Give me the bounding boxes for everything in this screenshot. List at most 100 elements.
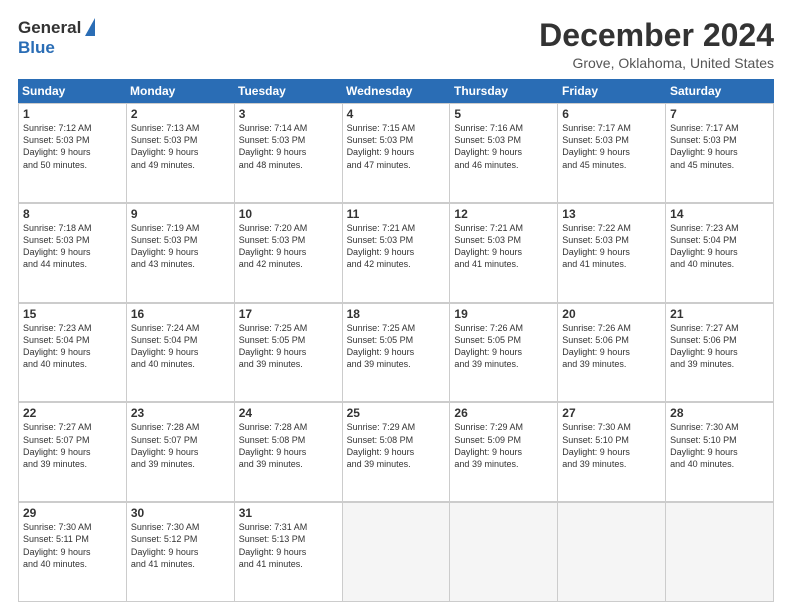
day-number: 17	[239, 307, 338, 321]
calendar-cell: 10Sunrise: 7:20 AM Sunset: 5:03 PM Dayli…	[235, 204, 343, 303]
day-info: Sunrise: 7:30 AM Sunset: 5:10 PM Dayligh…	[670, 421, 769, 470]
calendar-row: 1Sunrise: 7:12 AM Sunset: 5:03 PM Daylig…	[18, 103, 774, 203]
day-number: 22	[23, 406, 122, 420]
day-number: 6	[562, 107, 661, 121]
day-info: Sunrise: 7:16 AM Sunset: 5:03 PM Dayligh…	[454, 122, 553, 171]
calendar-row: 29Sunrise: 7:30 AM Sunset: 5:11 PM Dayli…	[18, 502, 774, 602]
day-number: 9	[131, 207, 230, 221]
calendar-cell: 24Sunrise: 7:28 AM Sunset: 5:08 PM Dayli…	[235, 403, 343, 502]
calendar-cell	[558, 503, 666, 602]
header: General Blue December 2024 Grove, Oklaho…	[18, 18, 774, 71]
day-number: 30	[131, 506, 230, 520]
calendar-cell: 22Sunrise: 7:27 AM Sunset: 5:07 PM Dayli…	[19, 403, 127, 502]
day-number: 24	[239, 406, 338, 420]
calendar: SundayMondayTuesdayWednesdayThursdayFrid…	[18, 79, 774, 602]
day-number: 4	[347, 107, 446, 121]
day-info: Sunrise: 7:30 AM Sunset: 5:11 PM Dayligh…	[23, 521, 122, 570]
day-info: Sunrise: 7:30 AM Sunset: 5:10 PM Dayligh…	[562, 421, 661, 470]
day-info: Sunrise: 7:28 AM Sunset: 5:08 PM Dayligh…	[239, 421, 338, 470]
day-number: 5	[454, 107, 553, 121]
day-info: Sunrise: 7:18 AM Sunset: 5:03 PM Dayligh…	[23, 222, 122, 271]
weekday-header: Tuesday	[234, 79, 342, 103]
calendar-cell: 14Sunrise: 7:23 AM Sunset: 5:04 PM Dayli…	[666, 204, 774, 303]
weekday-header: Sunday	[18, 79, 126, 103]
calendar-cell: 17Sunrise: 7:25 AM Sunset: 5:05 PM Dayli…	[235, 304, 343, 403]
calendar-cell: 1Sunrise: 7:12 AM Sunset: 5:03 PM Daylig…	[19, 104, 127, 203]
day-number: 31	[239, 506, 338, 520]
day-number: 25	[347, 406, 446, 420]
day-info: Sunrise: 7:25 AM Sunset: 5:05 PM Dayligh…	[239, 322, 338, 371]
calendar-cell: 2Sunrise: 7:13 AM Sunset: 5:03 PM Daylig…	[127, 104, 235, 203]
weekday-header: Wednesday	[342, 79, 450, 103]
day-number: 13	[562, 207, 661, 221]
day-info: Sunrise: 7:19 AM Sunset: 5:03 PM Dayligh…	[131, 222, 230, 271]
day-info: Sunrise: 7:17 AM Sunset: 5:03 PM Dayligh…	[562, 122, 661, 171]
calendar-cell: 18Sunrise: 7:25 AM Sunset: 5:05 PM Dayli…	[343, 304, 451, 403]
weekday-header: Thursday	[450, 79, 558, 103]
day-number: 28	[670, 406, 769, 420]
day-number: 10	[239, 207, 338, 221]
day-number: 15	[23, 307, 122, 321]
day-info: Sunrise: 7:26 AM Sunset: 5:06 PM Dayligh…	[562, 322, 661, 371]
day-info: Sunrise: 7:27 AM Sunset: 5:07 PM Dayligh…	[23, 421, 122, 470]
day-info: Sunrise: 7:23 AM Sunset: 5:04 PM Dayligh…	[670, 222, 769, 271]
logo-blue: Blue	[18, 38, 55, 58]
weekday-header: Friday	[558, 79, 666, 103]
calendar-row: 22Sunrise: 7:27 AM Sunset: 5:07 PM Dayli…	[18, 402, 774, 502]
calendar-cell: 15Sunrise: 7:23 AM Sunset: 5:04 PM Dayli…	[19, 304, 127, 403]
calendar-cell: 31Sunrise: 7:31 AM Sunset: 5:13 PM Dayli…	[235, 503, 343, 602]
calendar-cell: 13Sunrise: 7:22 AM Sunset: 5:03 PM Dayli…	[558, 204, 666, 303]
calendar-row: 8Sunrise: 7:18 AM Sunset: 5:03 PM Daylig…	[18, 203, 774, 303]
calendar-cell: 20Sunrise: 7:26 AM Sunset: 5:06 PM Dayli…	[558, 304, 666, 403]
day-info: Sunrise: 7:12 AM Sunset: 5:03 PM Dayligh…	[23, 122, 122, 171]
logo-icon	[85, 18, 95, 36]
calendar-cell: 5Sunrise: 7:16 AM Sunset: 5:03 PM Daylig…	[450, 104, 558, 203]
day-number: 19	[454, 307, 553, 321]
calendar-cell: 6Sunrise: 7:17 AM Sunset: 5:03 PM Daylig…	[558, 104, 666, 203]
calendar-cell: 7Sunrise: 7:17 AM Sunset: 5:03 PM Daylig…	[666, 104, 774, 203]
calendar-cell: 19Sunrise: 7:26 AM Sunset: 5:05 PM Dayli…	[450, 304, 558, 403]
calendar-cell: 8Sunrise: 7:18 AM Sunset: 5:03 PM Daylig…	[19, 204, 127, 303]
day-number: 20	[562, 307, 661, 321]
calendar-body: 1Sunrise: 7:12 AM Sunset: 5:03 PM Daylig…	[18, 103, 774, 602]
day-info: Sunrise: 7:30 AM Sunset: 5:12 PM Dayligh…	[131, 521, 230, 570]
calendar-cell: 9Sunrise: 7:19 AM Sunset: 5:03 PM Daylig…	[127, 204, 235, 303]
day-number: 21	[670, 307, 769, 321]
weekday-header: Saturday	[666, 79, 774, 103]
month-title: December 2024	[539, 18, 774, 53]
day-info: Sunrise: 7:27 AM Sunset: 5:06 PM Dayligh…	[670, 322, 769, 371]
day-info: Sunrise: 7:31 AM Sunset: 5:13 PM Dayligh…	[239, 521, 338, 570]
day-info: Sunrise: 7:14 AM Sunset: 5:03 PM Dayligh…	[239, 122, 338, 171]
day-number: 12	[454, 207, 553, 221]
day-info: Sunrise: 7:24 AM Sunset: 5:04 PM Dayligh…	[131, 322, 230, 371]
calendar-cell: 21Sunrise: 7:27 AM Sunset: 5:06 PM Dayli…	[666, 304, 774, 403]
day-number: 23	[131, 406, 230, 420]
location: Grove, Oklahoma, United States	[539, 55, 774, 71]
title-block: December 2024 Grove, Oklahoma, United St…	[539, 18, 774, 71]
day-number: 2	[131, 107, 230, 121]
day-info: Sunrise: 7:20 AM Sunset: 5:03 PM Dayligh…	[239, 222, 338, 271]
day-info: Sunrise: 7:22 AM Sunset: 5:03 PM Dayligh…	[562, 222, 661, 271]
day-info: Sunrise: 7:23 AM Sunset: 5:04 PM Dayligh…	[23, 322, 122, 371]
calendar-cell: 27Sunrise: 7:30 AM Sunset: 5:10 PM Dayli…	[558, 403, 666, 502]
calendar-cell	[343, 503, 451, 602]
day-info: Sunrise: 7:17 AM Sunset: 5:03 PM Dayligh…	[670, 122, 769, 171]
calendar-cell: 30Sunrise: 7:30 AM Sunset: 5:12 PM Dayli…	[127, 503, 235, 602]
calendar-cell: 25Sunrise: 7:29 AM Sunset: 5:08 PM Dayli…	[343, 403, 451, 502]
calendar-row: 15Sunrise: 7:23 AM Sunset: 5:04 PM Dayli…	[18, 303, 774, 403]
day-info: Sunrise: 7:21 AM Sunset: 5:03 PM Dayligh…	[347, 222, 446, 271]
calendar-cell	[450, 503, 558, 602]
weekday-header: Monday	[126, 79, 234, 103]
calendar-cell: 12Sunrise: 7:21 AM Sunset: 5:03 PM Dayli…	[450, 204, 558, 303]
day-number: 8	[23, 207, 122, 221]
calendar-cell: 4Sunrise: 7:15 AM Sunset: 5:03 PM Daylig…	[343, 104, 451, 203]
day-info: Sunrise: 7:25 AM Sunset: 5:05 PM Dayligh…	[347, 322, 446, 371]
page: General Blue December 2024 Grove, Oklaho…	[0, 0, 792, 612]
day-number: 18	[347, 307, 446, 321]
day-info: Sunrise: 7:29 AM Sunset: 5:09 PM Dayligh…	[454, 421, 553, 470]
day-info: Sunrise: 7:15 AM Sunset: 5:03 PM Dayligh…	[347, 122, 446, 171]
day-number: 7	[670, 107, 769, 121]
day-info: Sunrise: 7:21 AM Sunset: 5:03 PM Dayligh…	[454, 222, 553, 271]
day-info: Sunrise: 7:26 AM Sunset: 5:05 PM Dayligh…	[454, 322, 553, 371]
calendar-cell	[666, 503, 774, 602]
